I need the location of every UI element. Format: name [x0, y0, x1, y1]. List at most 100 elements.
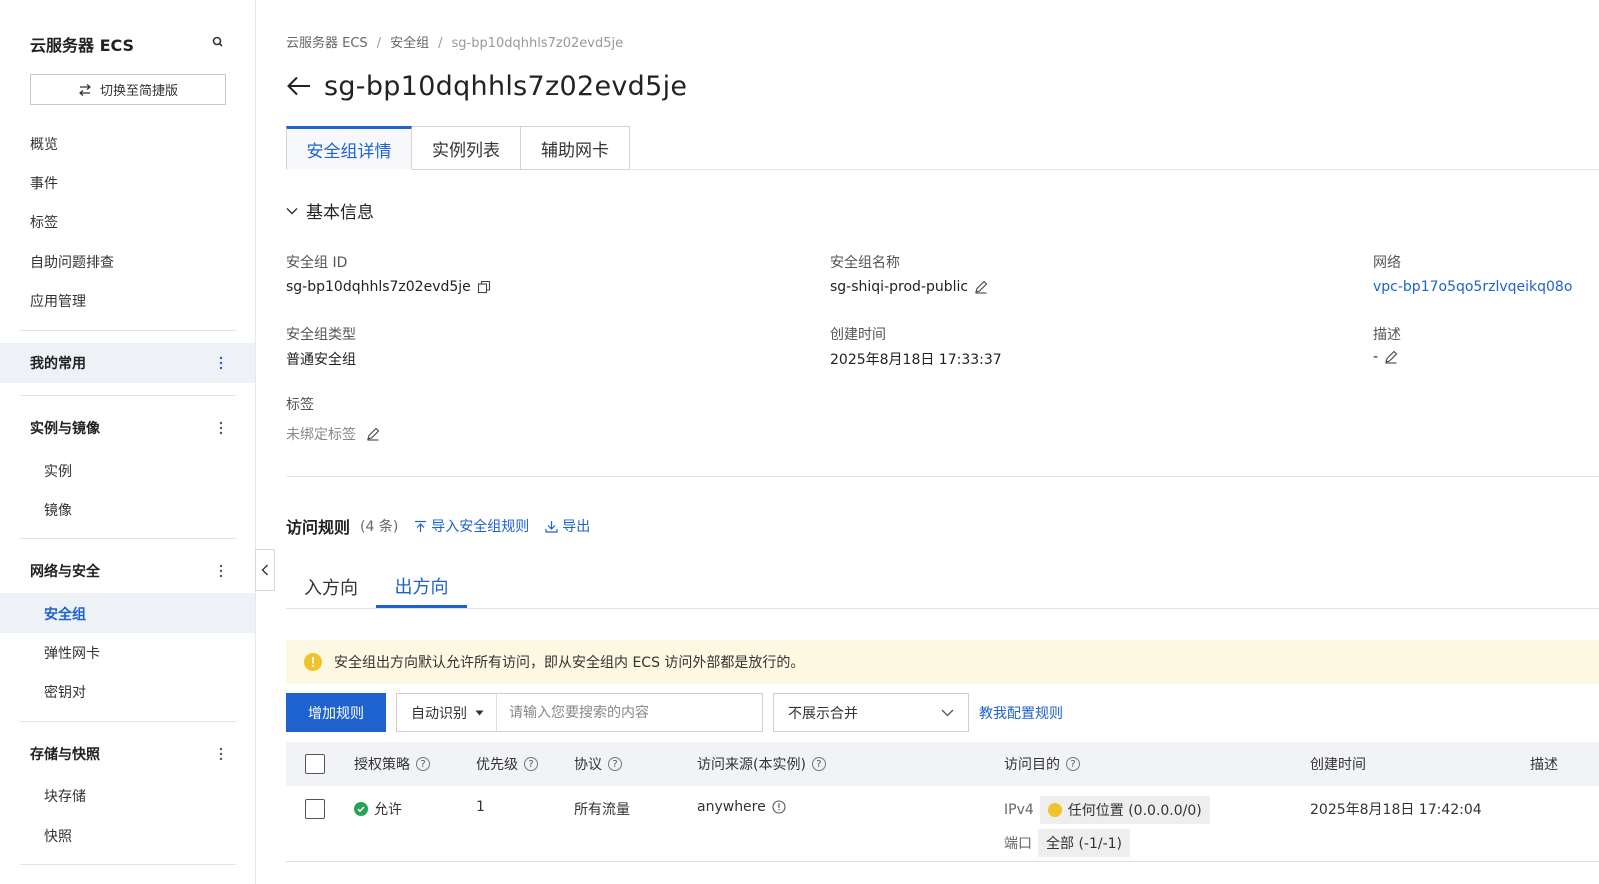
cell-created: 2025年8月18日 17:42:04: [1310, 799, 1482, 819]
sidebar-group-favorites[interactable]: 我的常用: [0, 343, 255, 383]
detail-tabs: 安全组详情 实例列表 辅助网卡: [286, 126, 630, 170]
sidebar-item-overview[interactable]: 概览: [30, 134, 58, 154]
destination-port-tag: 全部 (-1/-1): [1038, 829, 1131, 857]
help-icon[interactable]: ?: [524, 757, 538, 771]
search-icon[interactable]: [210, 34, 226, 50]
swap-icon: [79, 83, 91, 96]
search-input[interactable]: [497, 694, 762, 731]
destination-ip-tag: 任何位置 (0.0.0.0/0): [1039, 796, 1210, 824]
rule-search: 自动识别: [396, 693, 763, 732]
group-label: 我的常用: [30, 356, 86, 372]
col-description: 描述: [1530, 742, 1558, 786]
page-title: sg-bp10dqhhls7z02evd5je: [324, 70, 688, 102]
select-all-checkbox[interactable]: [305, 754, 325, 774]
table-header: 授权策略? 优先级? 协议? 访问来源(本实例)? 访问目的? 创建时间 描述: [286, 742, 1599, 786]
sidebar-group-network-security[interactable]: 网络与安全: [0, 551, 255, 591]
sg-type-label: 安全组类型: [286, 327, 356, 343]
description-text: -: [1373, 349, 1379, 365]
rules-title: 访问规则: [286, 518, 351, 537]
divider: [20, 538, 236, 539]
edit-icon[interactable]: [366, 427, 380, 441]
col-created-label: 创建时间: [1310, 757, 1366, 773]
cell-destination-ip: IPv4 任何位置 (0.0.0.0/0): [1004, 796, 1210, 824]
table-row: 允许 1 所有流量 anywhere IPv4 任何位置 (0.0.0.0/0)…: [286, 786, 1599, 862]
sidebar-item-snapshots[interactable]: 快照: [44, 826, 72, 846]
sg-type-text: 普通安全组: [286, 352, 356, 368]
page-title-row: sg-bp10dqhhls7z02evd5je: [286, 68, 687, 104]
sidebar-item-tags[interactable]: 标签: [30, 212, 58, 232]
tab-inbound[interactable]: 入方向: [286, 566, 376, 608]
back-arrow-icon[interactable]: [286, 74, 312, 98]
basic-info-toggle[interactable]: 基本信息: [286, 198, 374, 223]
group-label: 实例与镜像: [30, 421, 100, 437]
help-icon[interactable]: ?: [608, 757, 622, 771]
destination-ip-text: 任何位置 (0.0.0.0/0): [1067, 803, 1202, 819]
help-icon[interactable]: ?: [416, 757, 430, 771]
tab-security-group-details[interactable]: 安全组详情: [286, 126, 412, 170]
col-destination-label: 访问目的: [1004, 757, 1060, 773]
add-rule-button[interactable]: 增加规则: [286, 693, 386, 732]
row-select-cell: [305, 799, 325, 819]
tab-outbound[interactable]: 出方向: [376, 566, 467, 608]
export-rules-link[interactable]: 导出: [545, 516, 590, 536]
more-icon[interactable]: [214, 746, 228, 762]
import-icon: [415, 520, 427, 532]
network-value[interactable]: vpc-bp17o5qo5rzlvqeikq08o: [1373, 279, 1572, 295]
main-content: 云服务器 ECS / 安全组 / sg-bp10dqhhls7z02evd5je sg-…: [286, 0, 1599, 884]
search-type-select[interactable]: 自动识别: [397, 694, 497, 731]
protocol-text: 所有流量: [574, 802, 630, 818]
divider: [20, 330, 236, 331]
sidebar-item-eni[interactable]: 弹性网卡: [44, 643, 100, 663]
sidebar-item-instances[interactable]: 实例: [44, 461, 72, 481]
network-link[interactable]: vpc-bp17o5qo5rzlvqeikq08o: [1373, 279, 1572, 295]
tab-secondary-eni[interactable]: 辅助网卡: [521, 126, 630, 170]
sg-id-value: sg-bp10dqhhls7z02evd5je: [286, 279, 491, 295]
breadcrumb-separator: /: [438, 36, 443, 51]
sidebar-item-keypair[interactable]: 密钥对: [44, 682, 86, 702]
info-icon[interactable]: [772, 800, 786, 814]
edit-icon[interactable]: [1384, 350, 1398, 364]
port-label: 端口: [1004, 836, 1032, 852]
merge-select[interactable]: 不展示合并: [773, 693, 969, 732]
sg-type-value: 普通安全组: [286, 349, 356, 369]
help-icon[interactable]: ?: [1066, 757, 1080, 771]
group-label: 存储与快照: [30, 747, 100, 763]
sidebar-header: 云服务器 ECS: [30, 32, 226, 55]
destination-port-text: 全部 (-1/-1): [1046, 836, 1123, 852]
sidebar-item-security-group[interactable]: 安全组: [44, 604, 86, 624]
sidebar-group-instances-images[interactable]: 实例与镜像: [0, 408, 255, 448]
help-configure-link[interactable]: 教我配置规则: [979, 693, 1063, 732]
row-checkbox[interactable]: [305, 799, 325, 819]
chevron-left-icon: [261, 564, 268, 576]
sidebar-item-block-storage[interactable]: 块存储: [44, 786, 86, 806]
help-icon[interactable]: ?: [811, 757, 826, 771]
sidebar-item-app-management[interactable]: 应用管理: [30, 291, 86, 311]
chevron-down-icon: [941, 709, 954, 716]
divider: [20, 864, 236, 865]
basic-info-title: 基本信息: [306, 203, 374, 223]
more-icon[interactable]: [214, 420, 228, 436]
col-priority-label: 优先级: [476, 757, 518, 773]
col-priority: 优先级?: [476, 742, 538, 786]
source-text: anywhere: [697, 799, 766, 815]
switch-simple-button[interactable]: 切换至简捷版: [30, 74, 226, 105]
sidebar-item-images[interactable]: 镜像: [44, 500, 72, 520]
sidebar-title: 云服务器 ECS: [30, 36, 135, 55]
tabs-divider: [629, 169, 1599, 170]
ip-version-label: IPv4: [1004, 802, 1034, 818]
copy-icon[interactable]: [477, 280, 491, 294]
breadcrumb-security-group[interactable]: 安全组: [390, 36, 429, 51]
chevron-down-icon: [286, 207, 298, 214]
sg-name-text: sg-shiqi-prod-public: [830, 279, 969, 295]
collapse-sidebar-button[interactable]: [255, 549, 275, 591]
sidebar-item-troubleshoot[interactable]: 自助问题排查: [30, 252, 114, 272]
tab-instance-list[interactable]: 实例列表: [412, 126, 521, 170]
sidebar-item-events[interactable]: 事件: [30, 173, 58, 193]
breadcrumb-separator: /: [376, 36, 382, 51]
more-icon[interactable]: [214, 563, 228, 579]
sidebar-group-storage-snapshots[interactable]: 存储与快照: [0, 734, 255, 774]
import-rules-link[interactable]: 导入安全组规则: [414, 516, 529, 536]
breadcrumb-ecs[interactable]: 云服务器 ECS: [286, 36, 368, 51]
more-icon[interactable]: [214, 355, 228, 371]
edit-icon[interactable]: [974, 280, 988, 294]
